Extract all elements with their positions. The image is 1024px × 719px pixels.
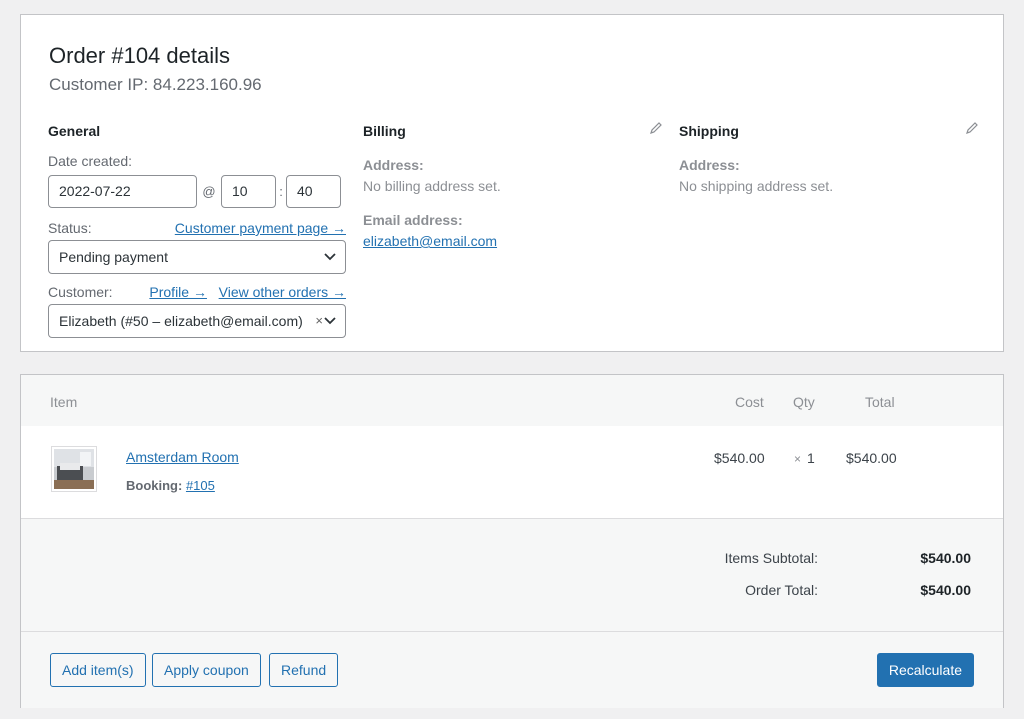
recalculate-button[interactable]: Recalculate — [876, 653, 974, 687]
customer-select-value: Elizabeth (#50 – elizabeth@email.com) — [59, 313, 303, 329]
order-total-label: Order Total: — [745, 582, 818, 598]
add-items-button[interactable]: Add item(s) — [50, 653, 146, 687]
billing-email-link[interactable]: elizabeth@email.com — [363, 233, 497, 249]
room-photo-thumbnail — [51, 446, 97, 492]
general-heading: General — [48, 123, 101, 139]
shipping-address-label: Address: — [679, 157, 740, 173]
column-total: Total — [865, 394, 895, 410]
profile-link[interactable]: Profile → — [149, 284, 207, 300]
refund-button[interactable]: Refund — [269, 653, 339, 687]
item-booking-meta: Booking: #105 — [126, 478, 215, 493]
customer-links: Profile → View other orders → — [149, 284, 346, 300]
item-cost: $540.00 — [714, 450, 765, 466]
order-title: Order #104 details — [49, 43, 230, 68]
order-details-panel: Order #104 details Customer IP: 84.223.1… — [20, 14, 1004, 352]
billing-email-label: Email address: — [363, 212, 463, 228]
pencil-icon[interactable] — [965, 121, 979, 135]
time-separator: : — [279, 184, 283, 199]
shipping-address-value: No shipping address set. — [679, 178, 834, 194]
date-created-label: Date created: — [48, 153, 133, 169]
booking-label: Booking: — [126, 478, 183, 493]
order-items-panel: Item Cost Qty Total Amsterdam Room Booki… — [20, 374, 1004, 708]
status-label: Status: — [48, 220, 92, 236]
items-subtotal-value: $540.00 — [920, 550, 971, 566]
shipping-section: Shipping Address: No shipping address se… — [679, 121, 979, 194]
column-qty: Qty — [793, 394, 815, 410]
room-photo-image — [54, 449, 94, 489]
items-table-header: Item Cost Qty Total — [21, 375, 1003, 426]
customer-label: Customer: — [48, 284, 113, 300]
billing-section: Billing Address: No billing address set.… — [363, 121, 663, 249]
order-total-value: $540.00 — [920, 582, 971, 598]
general-section: General Date created: 2022-07-22 @ 10 : … — [48, 121, 346, 338]
multiply-symbol: × — [794, 452, 802, 466]
billing-address-value: No billing address set. — [363, 178, 501, 194]
column-cost: Cost — [735, 394, 764, 410]
table-row: Amsterdam Room Booking: #105 $540.00 × 1 … — [21, 426, 1003, 519]
status-select[interactable]: Pending payment — [48, 240, 346, 274]
customer-label-row: Customer: Profile → View other orders → — [48, 284, 346, 300]
minute-input[interactable]: 40 — [286, 175, 341, 208]
chevron-down-icon — [324, 317, 336, 325]
shipping-heading: Shipping — [679, 123, 739, 139]
date-time-row: 2022-07-22 @ 10 : 40 — [48, 175, 346, 208]
status-label-row: Status: Customer payment page → — [48, 220, 346, 236]
hour-input[interactable]: 10 — [221, 175, 276, 208]
apply-coupon-button[interactable]: Apply coupon — [152, 653, 261, 687]
customer-payment-page-link[interactable]: Customer payment page → — [175, 220, 346, 236]
date-input[interactable]: 2022-07-22 — [48, 175, 197, 208]
clear-icon[interactable]: × — [315, 305, 323, 337]
pencil-icon[interactable] — [649, 121, 663, 135]
items-actions-bar: Add item(s) Apply coupon Refund Recalcul… — [21, 631, 1003, 708]
billing-heading: Billing — [363, 123, 406, 139]
customer-ip: Customer IP: 84.223.160.96 — [49, 75, 262, 94]
item-name-link[interactable]: Amsterdam Room — [126, 449, 239, 465]
chevron-down-icon — [324, 253, 336, 261]
view-other-orders-link[interactable]: View other orders → — [219, 284, 346, 300]
status-select-value: Pending payment — [59, 249, 168, 265]
customer-select[interactable]: Elizabeth (#50 – elizabeth@email.com) × — [48, 304, 346, 338]
billing-email-row: elizabeth@email.com — [363, 233, 663, 249]
item-qty: × 1 — [794, 450, 815, 466]
items-subtotal-label: Items Subtotal: — [724, 550, 818, 566]
billing-address-label: Address: — [363, 157, 424, 173]
item-total: $540.00 — [846, 450, 897, 466]
at-separator: @ — [202, 184, 216, 199]
booking-link[interactable]: #105 — [186, 478, 215, 493]
item-qty-value: 1 — [807, 450, 815, 466]
column-item: Item — [50, 394, 78, 410]
